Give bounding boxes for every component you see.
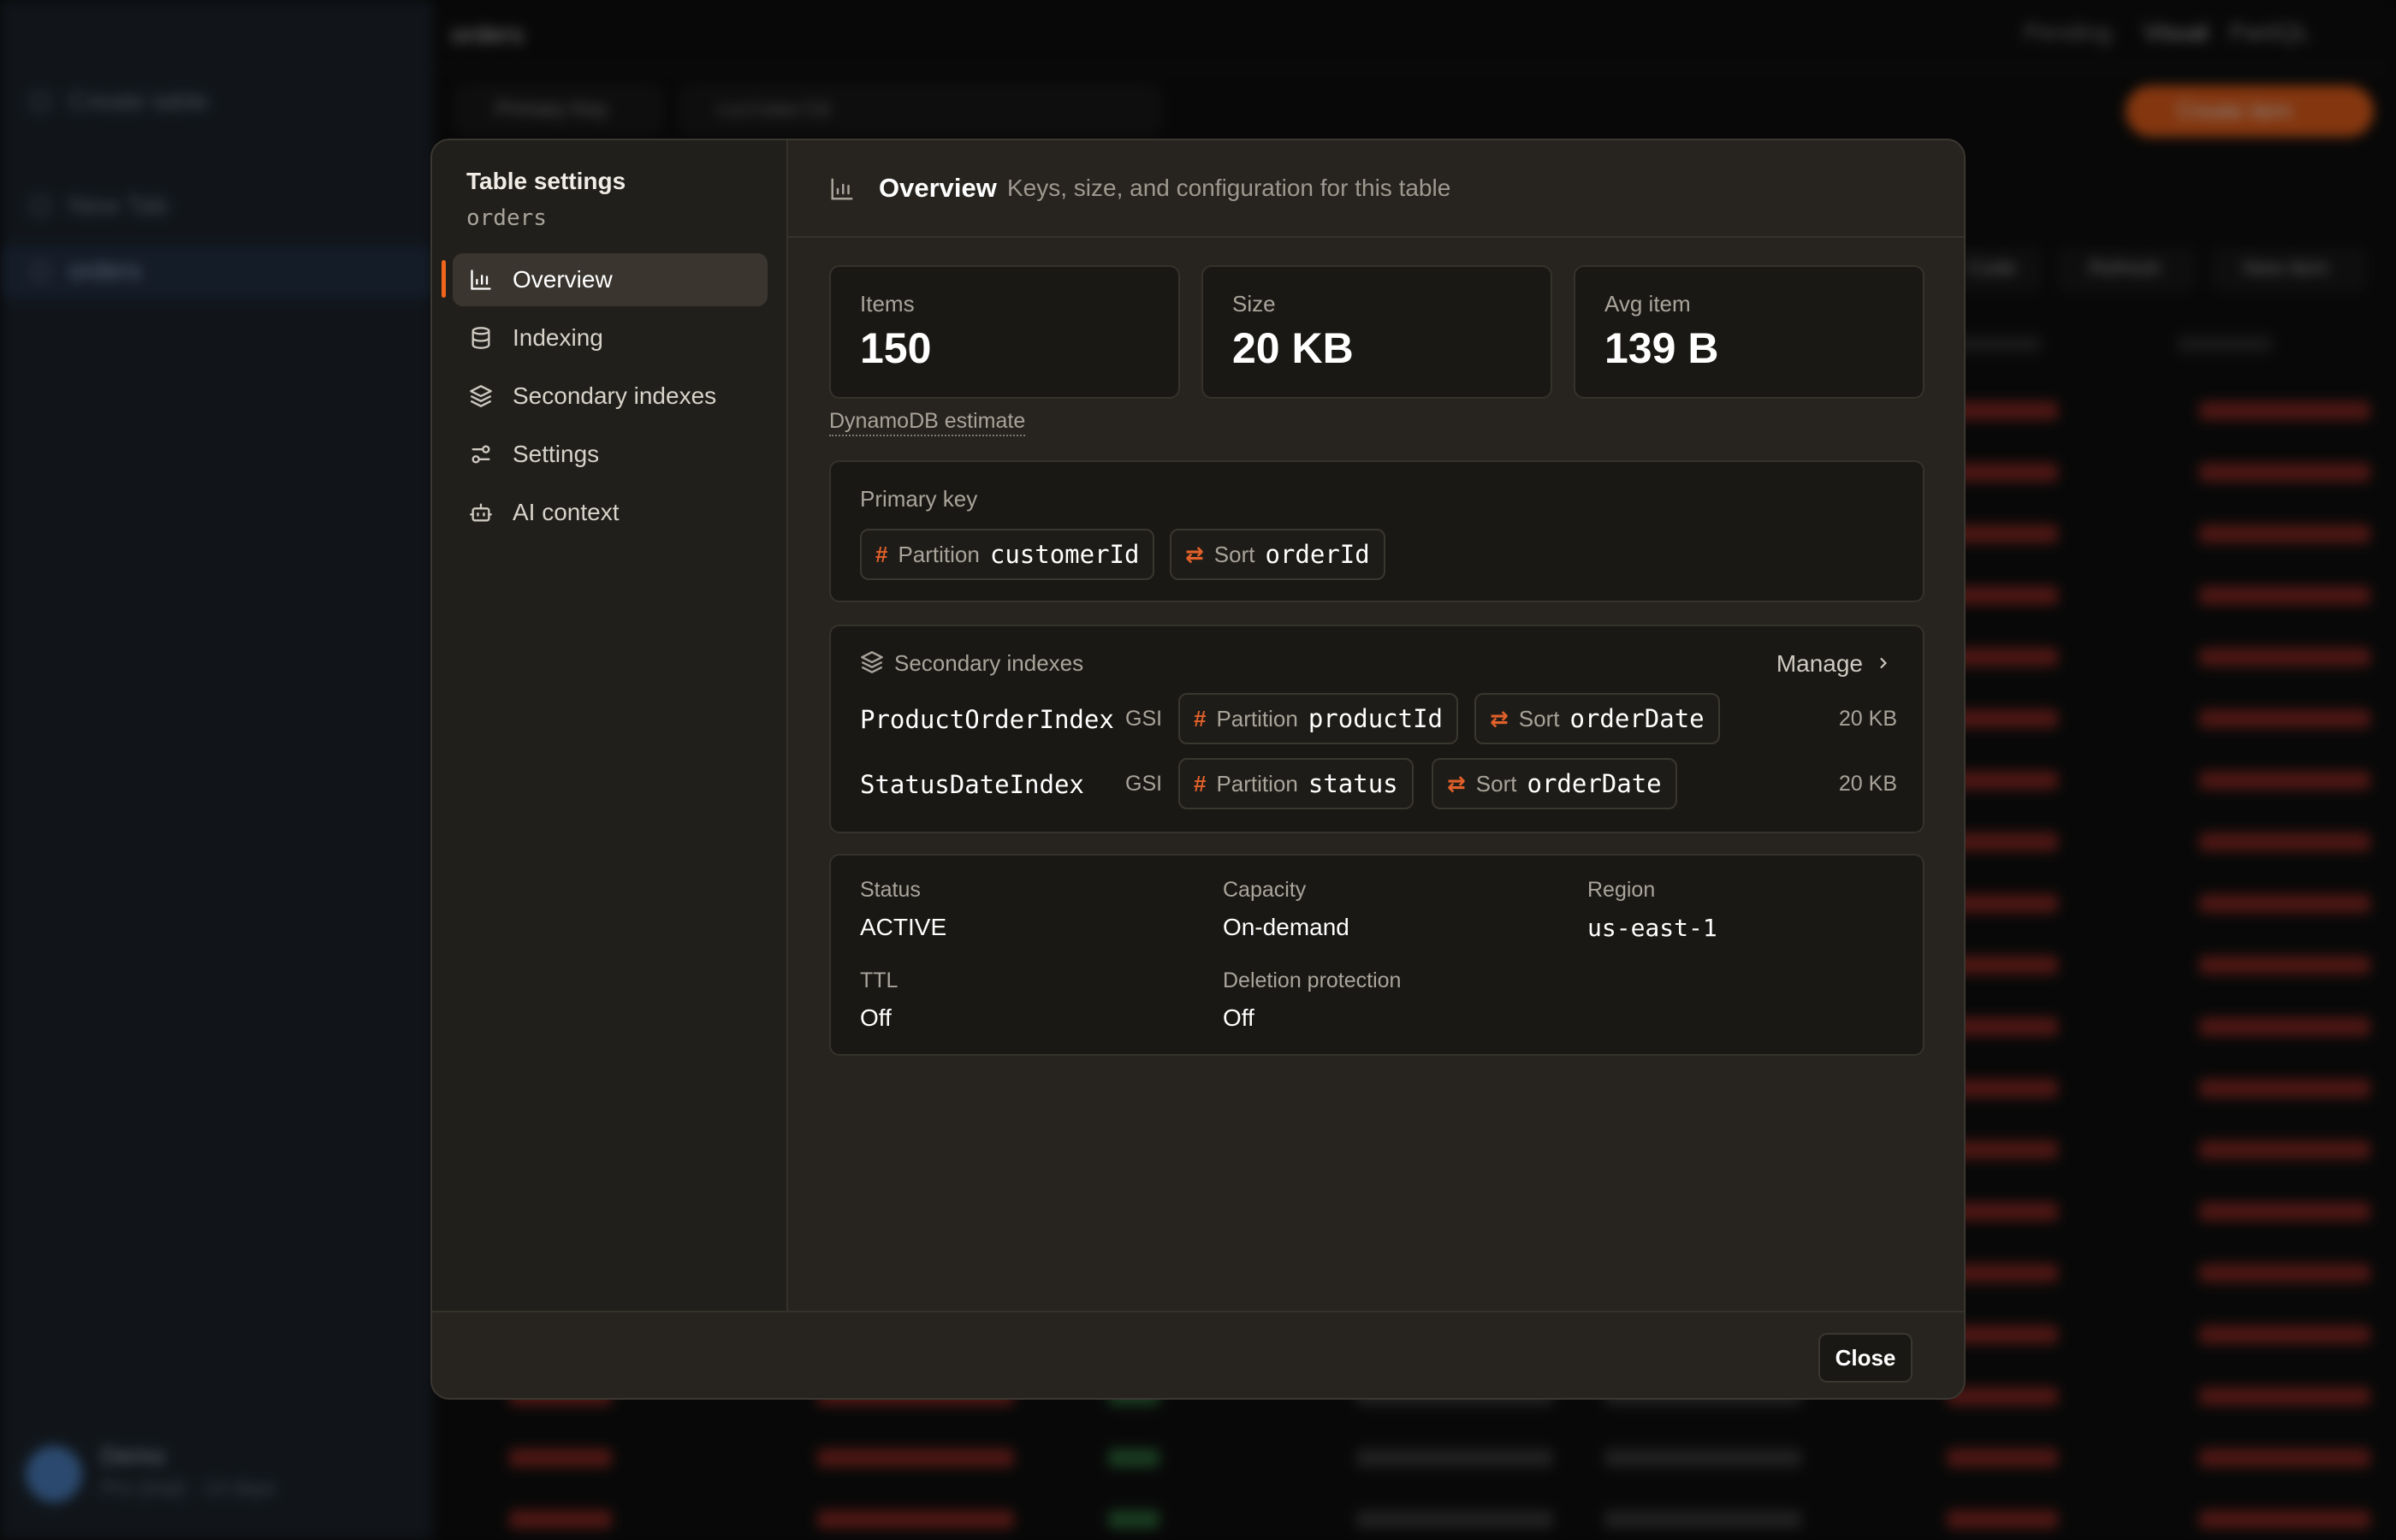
bar-chart-icon bbox=[829, 176, 855, 206]
stat-card-avg-item: Avg item 139 B bbox=[1574, 265, 1925, 399]
status-label: Status bbox=[860, 878, 921, 902]
sort-key-chip: ⇄ Sort orderDate bbox=[1474, 693, 1720, 744]
section-description: Keys, size, and configuration for this t… bbox=[1007, 175, 1451, 201]
region-value: us-east-1 bbox=[1587, 914, 1717, 942]
key-kind: Partition bbox=[1216, 705, 1298, 732]
table-settings-dialog: Table settings orders Overview Indexing … bbox=[430, 139, 1966, 1400]
sort-key-chip: ⇄ Sort orderDate bbox=[1432, 758, 1677, 809]
swap-icon: ⇄ bbox=[1447, 770, 1466, 797]
manage-indexes-link[interactable]: Manage bbox=[1776, 650, 1892, 678]
nav-item-label: Settings bbox=[513, 441, 600, 467]
key-name: orderDate bbox=[1527, 769, 1662, 798]
stat-card-items: Items 150 bbox=[829, 265, 1180, 399]
key-kind: Partition bbox=[898, 541, 980, 567]
key-kind: Sort bbox=[1475, 770, 1517, 797]
hash-icon: # bbox=[1194, 770, 1207, 797]
stat-value: 150 bbox=[860, 324, 932, 372]
deletion-protection-label: Deletion protection bbox=[1223, 968, 1402, 992]
stat-label: Items bbox=[860, 291, 915, 317]
stat-label: Size bbox=[1232, 291, 1276, 317]
index-type: GSI bbox=[1125, 707, 1163, 731]
deletion-protection-value: Off bbox=[1223, 1004, 1254, 1031]
index-size: 20 KB bbox=[1838, 772, 1897, 796]
index-type: GSI bbox=[1125, 772, 1163, 796]
nav-item-label: Overview bbox=[513, 266, 613, 293]
capacity-value: On-demand bbox=[1223, 914, 1349, 940]
sort-key-chip: ⇄ Sort orderId bbox=[1170, 529, 1385, 580]
hash-icon: # bbox=[875, 541, 888, 567]
swap-icon: ⇄ bbox=[1185, 541, 1204, 567]
status-value: ACTIVE bbox=[860, 914, 947, 940]
close-button[interactable]: Close bbox=[1818, 1333, 1913, 1383]
estimate-note[interactable]: DynamoDB estimate bbox=[829, 409, 1026, 436]
section-header: Overview Keys, size, and configuration f… bbox=[788, 140, 1964, 238]
stat-value: 139 B bbox=[1604, 324, 1719, 372]
stat-label: Avg item bbox=[1604, 291, 1691, 317]
region-label: Region bbox=[1587, 878, 1656, 902]
stat-value: 20 KB bbox=[1232, 324, 1354, 372]
key-name: orderId bbox=[1265, 540, 1370, 569]
active-indicator bbox=[442, 260, 446, 298]
ttl-value: Off bbox=[860, 1004, 892, 1031]
swap-icon: ⇄ bbox=[1490, 705, 1509, 732]
primary-key-panel: Primary key # Partition customerId ⇄ Sor… bbox=[829, 460, 1925, 602]
secondary-indexes-label: Secondary indexes bbox=[894, 650, 1084, 676]
database-icon bbox=[468, 325, 494, 351]
capacity-label: Capacity bbox=[1223, 878, 1307, 902]
key-kind: Sort bbox=[1213, 541, 1255, 567]
index-name: ProductOrderIndex bbox=[860, 705, 1114, 734]
table-name: orders bbox=[466, 205, 547, 231]
nav-item-label: AI context bbox=[513, 499, 620, 525]
hash-icon: # bbox=[1194, 705, 1207, 732]
nav-item-indexing[interactable]: Indexing bbox=[453, 311, 768, 364]
nav-item-ai-context[interactable]: AI context bbox=[453, 486, 768, 539]
partition-key-chip: # Partition status bbox=[1178, 758, 1414, 809]
stat-card-size: Size 20 KB bbox=[1201, 265, 1552, 399]
key-name: status bbox=[1308, 769, 1398, 798]
manage-label: Manage bbox=[1776, 650, 1863, 677]
nav-item-settings[interactable]: Settings bbox=[453, 428, 768, 481]
bot-icon bbox=[468, 500, 494, 525]
dialog-footer: Close bbox=[432, 1311, 1964, 1398]
layers-icon bbox=[860, 650, 884, 678]
index-name: StatusDateIndex bbox=[860, 770, 1084, 799]
nav-item-overview[interactable]: Overview bbox=[453, 253, 768, 306]
section-title: Overview bbox=[879, 173, 997, 203]
primary-key-label: Primary key bbox=[860, 486, 978, 512]
key-name: customerId bbox=[989, 540, 1140, 569]
key-kind: Sort bbox=[1518, 705, 1560, 732]
partition-key-chip: # Partition productId bbox=[1178, 693, 1458, 744]
dialog-title: Table settings bbox=[466, 168, 626, 194]
secondary-indexes-panel: Secondary indexes Manage ProductOrderInd… bbox=[829, 625, 1925, 833]
table-details-panel: Status ACTIVE Capacity On-demand Region … bbox=[829, 854, 1925, 1056]
key-name: productId bbox=[1308, 704, 1443, 733]
nav-item-label: Indexing bbox=[513, 324, 603, 351]
settings-nav: Table settings orders Overview Indexing … bbox=[432, 140, 788, 1311]
partition-key-chip: # Partition customerId bbox=[860, 529, 1155, 580]
key-kind: Partition bbox=[1216, 770, 1298, 797]
sliders-icon bbox=[468, 441, 494, 467]
key-name: orderDate bbox=[1569, 704, 1705, 733]
index-size: 20 KB bbox=[1838, 707, 1897, 731]
nav-item-label: Secondary indexes bbox=[513, 382, 717, 409]
bar-chart-icon bbox=[468, 267, 494, 293]
ttl-label: TTL bbox=[860, 968, 898, 992]
layers-icon bbox=[468, 383, 494, 409]
nav-item-secondary-indexes[interactable]: Secondary indexes bbox=[453, 370, 768, 423]
chevron-right-icon bbox=[1875, 650, 1892, 678]
